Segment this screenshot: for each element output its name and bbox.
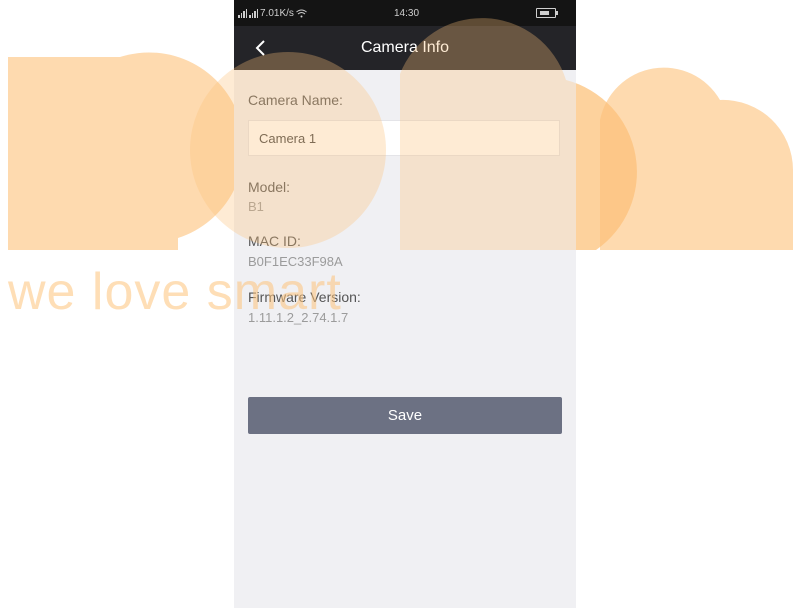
signal-icon xyxy=(238,9,247,18)
screen: 7.01K/s 14:30 Camera Info Camera Name: M… xyxy=(0,0,793,608)
status-left: 7.01K/s xyxy=(238,8,307,19)
save-button[interactable]: Save xyxy=(248,397,562,434)
firmware-version-value: 1.11.1.2_2.74.1.7 xyxy=(248,310,349,325)
nav-bar: Camera Info xyxy=(234,26,576,70)
status-bar: 7.01K/s 14:30 xyxy=(234,0,576,26)
model-label: Model: xyxy=(248,179,291,195)
firmware-version-label: Firmware Version: xyxy=(248,289,361,305)
status-time: 14:30 xyxy=(394,8,420,19)
mac-id-value: B0F1EC33F98A xyxy=(248,254,343,269)
signal-icon xyxy=(249,9,258,18)
model-value: B1 xyxy=(248,199,264,214)
camera-name-label: Camera Name: xyxy=(248,92,343,108)
mac-id-label: MAC ID: xyxy=(248,233,301,249)
phone-screen: 7.01K/s 14:30 Camera Info Camera Name: M… xyxy=(234,0,576,608)
page-title: Camera Info xyxy=(360,39,450,56)
camera-name-input[interactable] xyxy=(248,120,560,156)
wifi-icon xyxy=(296,9,307,18)
battery-icon xyxy=(536,8,558,18)
network-speed: 7.01K/s xyxy=(260,8,294,19)
